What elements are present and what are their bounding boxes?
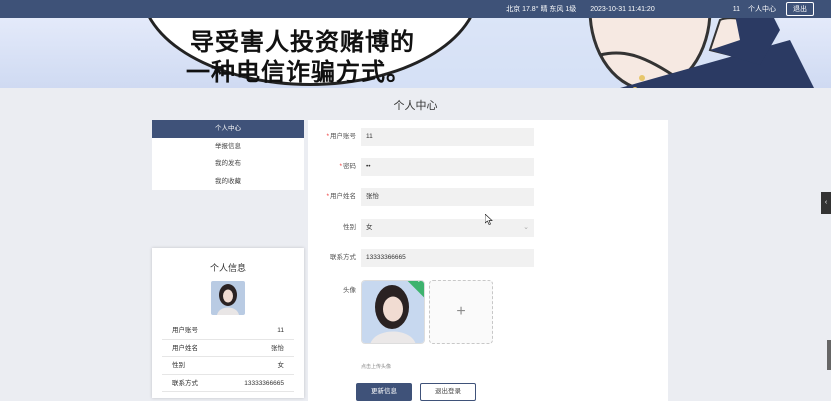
- info-label: 用户账号: [172, 327, 198, 334]
- info-row-name: 用户姓名 张怡: [162, 340, 294, 357]
- gender-value: 女: [366, 224, 373, 231]
- required-mark: *: [326, 133, 329, 140]
- account-field[interactable]: [361, 128, 534, 146]
- check-icon: ✓: [417, 280, 422, 285]
- info-card-title: 个人信息: [209, 263, 246, 273]
- side-menu: 个人中心 举报信息 我的发布 我的收藏: [152, 120, 304, 190]
- avatar-label: 头像: [343, 287, 356, 294]
- avatar-photo: [362, 281, 424, 343]
- update-info-button[interactable]: 更新信息: [356, 383, 412, 401]
- personal-info-card: 个人信息 用户账号 11 用户姓名 张怡 性别 女 联系方式 133333666…: [152, 248, 304, 398]
- required-mark: *: [326, 193, 329, 200]
- name-row: *用户姓名: [308, 188, 668, 206]
- chevron-left-icon: ‹: [824, 199, 828, 206]
- password-row: *密码: [308, 158, 668, 176]
- info-label: 性别: [172, 362, 185, 369]
- chevron-down-icon: ⌄: [523, 224, 529, 231]
- info-row-phone: 联系方式 13333366665: [162, 375, 294, 392]
- upload-tip: 点击上传头像: [361, 364, 392, 370]
- password-field[interactable]: [361, 158, 534, 176]
- phone-row: 联系方式: [308, 249, 668, 267]
- scrollbar[interactable]: [827, 340, 831, 370]
- personal-center-link[interactable]: 个人中心: [748, 4, 776, 14]
- menu-item-personal-center[interactable]: 个人中心: [152, 120, 304, 138]
- menu-item-reports[interactable]: 举报信息: [152, 138, 304, 156]
- profile-form: *用户账号 *密码 *用户姓名 性别 女 ⌄ 联系方式 头像 ✓ + 点击上传头…: [308, 120, 668, 401]
- menu-item-my-posts[interactable]: 我的发布: [152, 155, 304, 173]
- datetime: 2023-10-31 11:41:20: [590, 5, 655, 13]
- password-label: *密码: [339, 163, 356, 170]
- info-value: 女: [277, 362, 285, 369]
- name-field[interactable]: [361, 188, 534, 206]
- logout-account-button[interactable]: 退出登录: [420, 383, 476, 401]
- info-value: 张怡: [271, 344, 284, 352]
- phone-label: 联系方式: [330, 254, 356, 261]
- name-label: *用户姓名: [326, 193, 356, 200]
- account-row: *用户账号: [308, 128, 668, 146]
- gender-label: 性别: [343, 224, 356, 231]
- info-value: 13333366665: [244, 379, 284, 387]
- gender-select[interactable]: 女 ⌄: [361, 219, 534, 237]
- weather-info: 北京 17.8° 晴 东风 1级: [506, 6, 577, 13]
- page-title: 个人中心: [393, 100, 438, 112]
- info-label: 联系方式: [172, 379, 198, 387]
- username: 11: [732, 5, 740, 13]
- add-avatar-button[interactable]: +: [429, 280, 493, 344]
- avatar: [211, 281, 245, 315]
- info-row-account: 用户账号 11: [162, 322, 294, 340]
- menu-item-my-favorites[interactable]: 我的收藏: [152, 173, 304, 191]
- phone-field[interactable]: [361, 249, 534, 267]
- side-collapse-toggle[interactable]: ‹: [821, 192, 831, 214]
- mouse-cursor-icon: [485, 214, 493, 225]
- required-mark: *: [339, 163, 342, 170]
- banner-text-line2: 一种电信诈骗方式。: [186, 58, 411, 86]
- info-value: 11: [277, 327, 284, 334]
- uploaded-avatar[interactable]: ✓: [361, 280, 425, 344]
- info-label: 用户姓名: [172, 344, 198, 352]
- plus-icon: +: [456, 303, 466, 320]
- account-label: *用户账号: [326, 133, 356, 140]
- info-row-gender: 性别 女: [162, 357, 294, 375]
- top-bar: 北京 17.8° 晴 东风 1级 2023-10-31 11:41:20 11 …: [0, 0, 831, 18]
- logout-button[interactable]: 退出: [786, 2, 814, 16]
